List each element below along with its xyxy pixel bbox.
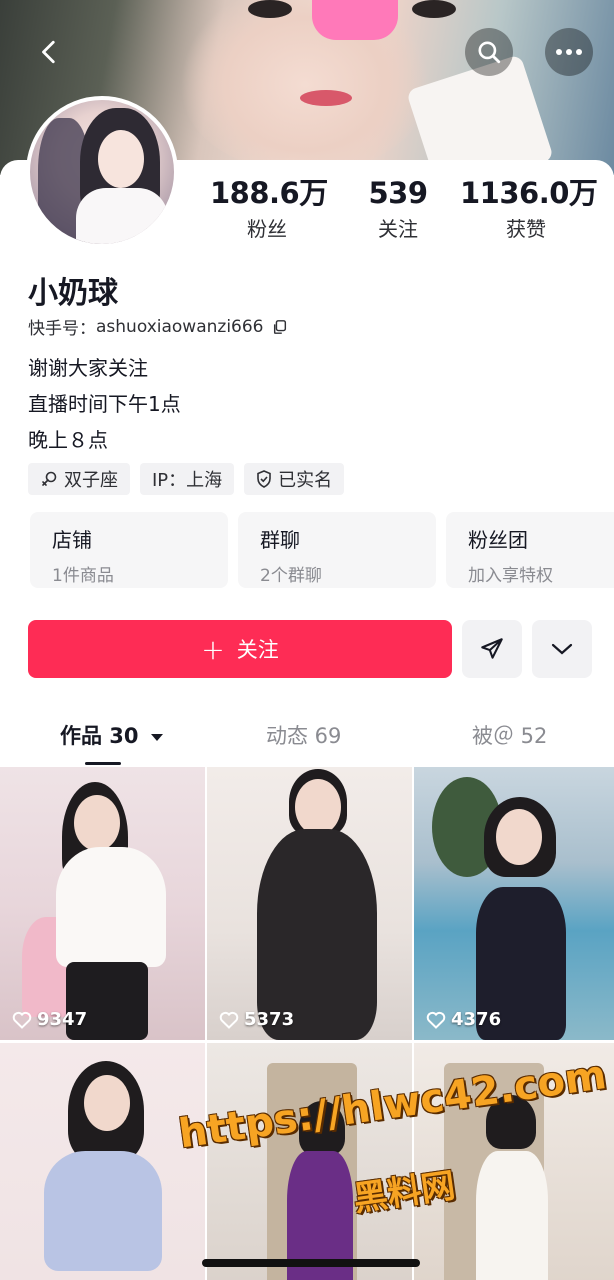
back-arrow-icon	[42, 40, 55, 64]
tab-moments[interactable]: 动态 69	[266, 720, 341, 750]
more-icon	[556, 49, 582, 55]
user-id-row[interactable]: 快手号： ashuoxiaowanzi666	[28, 314, 288, 339]
stat-followers[interactable]: 188.6万 粉丝	[210, 175, 328, 242]
cover-heart-sticker	[312, 0, 398, 40]
plus-icon: +	[201, 632, 225, 666]
video-thumbnail[interactable]	[0, 1043, 205, 1280]
follow-label: 关注	[236, 638, 279, 662]
tag-label: IP：上海	[152, 470, 223, 491]
profile-tags: 双子座 IP：上海 已实名	[28, 463, 345, 495]
like-count: 5373	[219, 1009, 294, 1030]
stat-following[interactable]: 539 关注	[358, 175, 438, 242]
cover-eye	[412, 0, 456, 18]
card-title: 店铺	[52, 528, 92, 552]
avatar-body	[76, 188, 168, 244]
tab-label: 被＠ 52	[472, 724, 548, 748]
tab-label: 动态 69	[266, 724, 342, 748]
stat-likes[interactable]: 1136.0万 获赞	[460, 175, 598, 242]
card-title: 群聊	[260, 528, 300, 552]
more-button[interactable]	[545, 28, 593, 76]
active-tab-indicator	[85, 762, 121, 765]
tag-verified[interactable]: 已实名	[244, 463, 345, 495]
avatar[interactable]	[26, 96, 178, 248]
video-thumbnail[interactable]: 4376	[414, 767, 614, 1040]
chevron-down-icon	[551, 643, 573, 655]
user-id-label: 快手号：	[28, 319, 96, 339]
stat-number: 1136.0万	[460, 176, 598, 210]
user-id-value: ashuoxiaowanzi666	[96, 316, 264, 337]
like-count: 4376	[426, 1009, 501, 1030]
heart-icon	[219, 1011, 239, 1029]
shield-check-icon	[257, 470, 271, 488]
content-tabs: 作品 30 动态 69 被＠ 52	[0, 706, 614, 766]
tag-ip: IP：上海	[140, 463, 235, 495]
share-button[interactable]	[462, 620, 522, 678]
info-cards: 店铺 1件商品 群聊 2个群聊 粉丝团 加入享特权	[30, 512, 614, 588]
bio-line: 谢谢大家关注	[28, 356, 148, 380]
shop-card[interactable]: 店铺 1件商品	[30, 512, 228, 588]
stat-number: 539	[368, 176, 428, 210]
stat-label: 粉丝	[247, 217, 287, 241]
like-number: 5373	[244, 1009, 295, 1030]
card-subtitle: 1件商品	[52, 566, 114, 586]
heart-icon	[426, 1011, 446, 1029]
search-icon	[478, 41, 501, 64]
video-thumbnail[interactable]: 5373	[207, 767, 412, 1040]
stat-label: 获赞	[506, 217, 546, 241]
like-count: 9347	[12, 1009, 87, 1030]
video-thumbnail[interactable]: 9347	[0, 767, 205, 1040]
tag-zodiac[interactable]: 双子座	[28, 463, 130, 495]
card-subtitle: 加入享特权	[468, 566, 553, 586]
tab-works[interactable]: 作品 30	[60, 720, 164, 750]
copy-icon[interactable]	[272, 319, 288, 335]
expand-button[interactable]	[532, 620, 592, 678]
figure-dress	[476, 1151, 548, 1280]
cover-eye	[248, 0, 292, 18]
cover-lips	[300, 90, 352, 106]
profile-name: 小奶球	[28, 276, 118, 311]
figure-head	[295, 779, 341, 835]
figure-head	[496, 809, 542, 865]
stat-label: 关注	[378, 217, 418, 241]
zodiac-icon	[42, 471, 57, 486]
bio: 谢谢大家关注 直播时间下午1点 晚上８点	[28, 350, 181, 458]
figure-head	[74, 795, 120, 851]
caret-down-icon	[150, 734, 163, 741]
follow-button[interactable]: + 关注	[28, 620, 452, 678]
like-number: 9347	[37, 1009, 88, 1030]
home-indicator[interactable]	[202, 1259, 420, 1267]
bio-line: 晚上８点	[28, 428, 108, 452]
figure-top	[56, 847, 166, 967]
search-button[interactable]	[465, 28, 513, 76]
figure-top	[44, 1151, 162, 1271]
card-title: 粉丝团	[468, 528, 528, 552]
figure-head	[84, 1075, 130, 1131]
like-number: 4376	[451, 1009, 502, 1030]
group-chat-card[interactable]: 群聊 2个群聊	[238, 512, 436, 588]
card-subtitle: 2个群聊	[260, 566, 322, 586]
video-thumbnail[interactable]	[207, 1043, 412, 1280]
tag-label: 双子座	[64, 470, 118, 491]
tag-label: 已实名	[278, 470, 333, 491]
back-button[interactable]	[26, 28, 74, 76]
heart-icon	[12, 1011, 32, 1029]
fan-club-card[interactable]: 粉丝团 加入享特权	[446, 512, 614, 588]
stat-number: 188.6万	[210, 176, 328, 210]
tab-mentions[interactable]: 被＠ 52	[472, 720, 547, 750]
share-icon	[481, 638, 503, 659]
tab-label: 作品 30	[60, 724, 139, 748]
bio-line: 直播时间下午1点	[28, 392, 181, 416]
avatar-face	[98, 130, 144, 188]
